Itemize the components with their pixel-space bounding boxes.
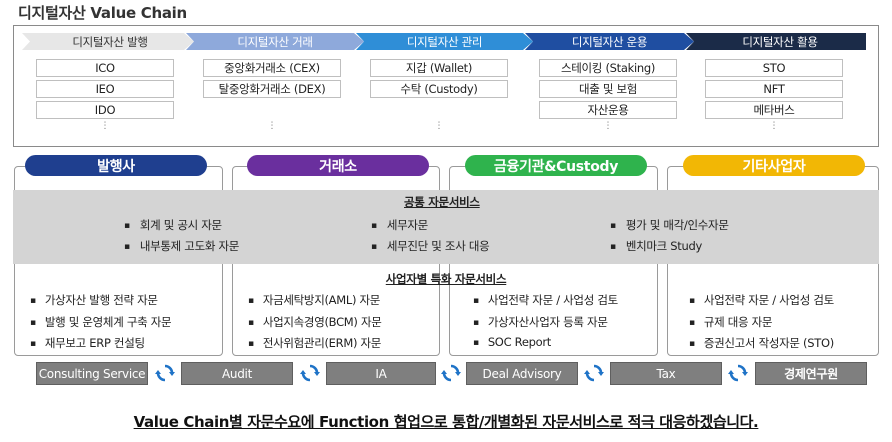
value-chain-arrows [22,33,866,50]
common-service-item: 내부통제 고도화 자문 [124,238,240,254]
stage-label-trade: 디지털자산 거래 [237,34,313,49]
service-tax: Tax [610,362,722,385]
client-pill-exchange: 거래소 [247,155,429,176]
common-service-item: 세무진단 및 조사 대응 [371,238,490,254]
more-ellipsis-icon: ⋮ [434,121,444,131]
special-service-item: 자금세탁방지(AML) 자문 [248,292,381,308]
vc-item: STO [705,59,843,77]
vc-item: 스테이킹 (Staking) [539,59,677,77]
special-service-item: 가상자산사업자 등록 자문 [473,314,608,330]
cycle-icon [441,364,461,382]
common-service-item: 평가 및 매각/인수자문 [610,217,729,233]
special-service-item: SOC Report [473,335,551,349]
service-ia: IA [326,362,436,385]
more-ellipsis-icon: ⋮ [603,121,613,131]
vc-item: ICO [36,59,174,77]
vc-item: 자산운용 [539,101,677,119]
more-ellipsis-icon: ⋮ [769,121,779,131]
client-pill-issuer: 발행사 [25,155,207,176]
special-service-item: 전사위험관리(ERM) 자문 [248,335,382,351]
common-service-item: 벤치마크 Study [610,238,702,254]
footer-statement: Value Chain별 자문수요에 Function 협업으로 통합/개별화된… [133,413,759,431]
common-service-item: 회계 및 공시 자문 [124,217,222,233]
common-service-item: 세무자문 [371,217,428,233]
special-service-item: 재무보고 ERP 컨설팅 [30,335,145,351]
special-services-heading: 사업자별 특화 자문서비스 [385,272,507,286]
service-economic-research: 경제연구원 [755,362,867,385]
vc-item: 대출 및 보험 [539,80,677,98]
special-service-item: 사업전략 자문 / 사업성 검토 [473,292,618,308]
more-ellipsis-icon: ⋮ [100,121,110,131]
vc-item: NFT [705,80,843,98]
cycle-icon [155,364,175,382]
special-service-item: 사업지속경영(BCM) 자문 [248,314,382,330]
special-service-item: 증권신고서 작성자문 (STO) [689,335,834,351]
stage-label-utilize: 디지털자산 활용 [742,34,818,49]
vc-item: 탈중앙화거래소 (DEX) [203,80,341,98]
special-service-item: 가상자산 발행 전략 자문 [30,292,158,308]
stage-label-operate: 디지털자산 운용 [571,34,648,49]
service-audit: Audit [181,362,293,385]
more-ellipsis-icon: ⋮ [267,121,277,131]
special-service-item: 규제 대응 자문 [689,314,773,330]
client-pill-financial: 금융기관&Custody [465,155,647,176]
cycle-icon [584,364,604,382]
vc-item: 중앙화거래소 (CEX) [203,59,341,77]
vc-item: IEO [36,80,174,98]
stage-label-issue: 디지털자산 발행 [72,34,148,49]
cycle-icon [300,364,320,382]
vc-item: 메타버스 [705,101,843,119]
service-consulting: Consulting Service [36,362,148,385]
client-pill-others: 기타사업자 [683,155,865,176]
special-service-item: 발행 및 운영체계 구축 자문 [30,314,172,330]
vc-item: 수탁 (Custody) [370,80,508,98]
vc-item: 지갑 (Wallet) [370,59,508,77]
cycle-icon [728,364,748,382]
special-service-item: 사업전략 자문 / 사업성 검토 [689,292,834,308]
vc-item: IDO [36,101,174,119]
service-deal-advisory: Deal Advisory [466,362,578,385]
stage-label-custody: 디지털자산 관리 [406,34,483,49]
common-services-heading: 공통 자문서비스 [404,195,480,209]
